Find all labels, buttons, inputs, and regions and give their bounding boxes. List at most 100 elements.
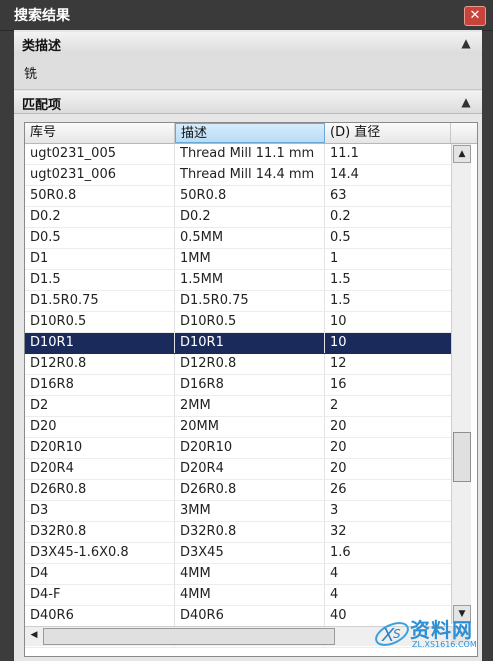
cell-library-id: D3 bbox=[25, 501, 175, 521]
table-row[interactable]: D20 20MM 20 bbox=[25, 417, 451, 438]
cell-library-id: D12R0.8 bbox=[25, 354, 175, 374]
table-row[interactable]: D20R4 D20R4 20 bbox=[25, 459, 451, 480]
table-row[interactable]: D32R0.8 D32R0.8 32 bbox=[25, 522, 451, 543]
cell-description: 3MM bbox=[175, 501, 325, 521]
table-row[interactable]: D1 1MM 1 bbox=[25, 249, 451, 270]
table-row[interactable]: D26R0.8 D26R0.8 26 bbox=[25, 480, 451, 501]
class-description-header[interactable]: 类描述 ▲ bbox=[14, 32, 482, 55]
table-row[interactable]: D1.5 1.5MM 1.5 bbox=[25, 270, 451, 291]
column-header-diameter[interactable]: (D) 直径 bbox=[325, 123, 451, 143]
table-row[interactable]: D0.2 D0.2 0.2 bbox=[25, 207, 451, 228]
cell-library-id: D20R4 bbox=[25, 459, 175, 479]
cell-description: 1MM bbox=[175, 249, 325, 269]
cell-description: D40R6 bbox=[175, 606, 325, 626]
cell-diameter: 20 bbox=[330, 419, 347, 434]
cell-description: D10R1 bbox=[175, 333, 325, 353]
cell-description: D0.2 bbox=[175, 207, 325, 227]
table-row[interactable]: D10R1 D10R1 10 bbox=[25, 333, 451, 354]
cell-library-id: D26R0.8 bbox=[25, 480, 175, 500]
vertical-scroll-thumb[interactable] bbox=[453, 432, 471, 482]
window-title: 搜索结果 bbox=[14, 8, 70, 24]
column-header-library-id[interactable]: 库号 bbox=[25, 123, 175, 143]
cell-description: 50R0.8 bbox=[175, 186, 325, 206]
cell-description: D20R10 bbox=[175, 438, 325, 458]
cell-diameter: 20 bbox=[330, 461, 347, 476]
cell-library-id: D0.2 bbox=[25, 207, 175, 227]
cell-description: 4MM bbox=[175, 585, 325, 605]
table-row[interactable]: D20R10 D20R10 20 bbox=[25, 438, 451, 459]
cell-description: D26R0.8 bbox=[175, 480, 325, 500]
cell-diameter: 4 bbox=[330, 566, 339, 581]
cell-diameter: 12 bbox=[330, 356, 347, 371]
cell-library-id: D20R10 bbox=[25, 438, 175, 458]
horizontal-scroll-thumb[interactable] bbox=[43, 628, 335, 645]
table-row[interactable]: ugt0231_005 Thread Mill 11.1 mm 11.1 bbox=[25, 144, 451, 165]
table-row[interactable]: D4-F 4MM 4 bbox=[25, 585, 451, 606]
cell-diameter: 10 bbox=[330, 314, 347, 329]
cell-library-id: D1 bbox=[25, 249, 175, 269]
table-row[interactable]: D3X45-1.6X0.8 D3X45 1.6 bbox=[25, 543, 451, 564]
close-button[interactable]: ✕ bbox=[464, 6, 486, 26]
site-watermark: X S 资料网 ZL.XS1616.COM bbox=[372, 612, 493, 656]
cell-description: D10R0.5 bbox=[175, 312, 325, 332]
cell-diameter: 3 bbox=[330, 503, 339, 518]
cell-description: D20R4 bbox=[175, 459, 325, 479]
cell-description: D16R8 bbox=[175, 375, 325, 395]
cell-diameter: 1.5 bbox=[330, 272, 351, 287]
chevron-up-icon[interactable]: ▲ bbox=[456, 34, 476, 52]
cell-diameter: 20 bbox=[330, 440, 347, 455]
cell-library-id: D4 bbox=[25, 564, 175, 584]
cell-library-id: D20 bbox=[25, 417, 175, 437]
vertical-scrollbar[interactable]: ▲ ▼ bbox=[451, 144, 471, 624]
svg-text:S: S bbox=[393, 627, 401, 641]
cell-diameter: 32 bbox=[330, 524, 347, 539]
scroll-left-icon[interactable]: ◀ bbox=[26, 628, 42, 643]
cell-library-id: D10R1 bbox=[25, 333, 175, 353]
chevron-up-icon[interactable]: ▲ bbox=[456, 93, 476, 111]
cell-library-id: D4-F bbox=[25, 585, 175, 605]
cell-library-id: D2 bbox=[25, 396, 175, 416]
table-row[interactable]: 50R0.8 50R0.8 63 bbox=[25, 186, 451, 207]
title-bar: 搜索结果 ✕ bbox=[0, 0, 493, 31]
cell-library-id: D3X45-1.6X0.8 bbox=[25, 543, 175, 563]
cell-description: 20MM bbox=[175, 417, 325, 437]
table-row[interactable]: D4 4MM 4 bbox=[25, 564, 451, 585]
cell-library-id: ugt0231_006 bbox=[25, 165, 175, 185]
matches-label: 匹配项 bbox=[22, 98, 62, 113]
cell-library-id: D1.5R0.75 bbox=[25, 291, 175, 311]
class-description-panel: 铣 bbox=[14, 54, 482, 90]
table-row[interactable]: D3 3MM 3 bbox=[25, 501, 451, 522]
cell-description: Thread Mill 11.1 mm bbox=[175, 144, 325, 164]
table-body: ugt0231_005 Thread Mill 11.1 mm 11.1 ugt023… bbox=[25, 144, 451, 648]
table-row[interactable]: D16R8 D16R8 16 bbox=[25, 375, 451, 396]
cell-library-id: D0.5 bbox=[25, 228, 175, 248]
scroll-up-icon[interactable]: ▲ bbox=[453, 145, 471, 163]
cell-diameter: 1.5 bbox=[330, 293, 351, 308]
cell-library-id: D40R6 bbox=[25, 606, 175, 626]
cell-library-id: D1.5 bbox=[25, 270, 175, 290]
cell-description: 2MM bbox=[175, 396, 325, 416]
cell-description: D12R0.8 bbox=[175, 354, 325, 374]
table-row[interactable]: D10R0.5 D10R0.5 10 bbox=[25, 312, 451, 333]
cell-library-id: D32R0.8 bbox=[25, 522, 175, 542]
cell-description: Thread Mill 14.4 mm bbox=[175, 165, 325, 185]
table-row[interactable]: ugt0231_006 Thread Mill 14.4 mm 14.4 bbox=[25, 165, 451, 186]
cell-diameter: 0.2 bbox=[330, 209, 351, 224]
cell-diameter: 2 bbox=[330, 398, 339, 413]
table-header: 库号 描述 (D) 直径 bbox=[25, 123, 477, 144]
cell-diameter: 16 bbox=[330, 377, 347, 392]
cell-description: D3X45 bbox=[175, 543, 325, 563]
cell-diameter: 4 bbox=[330, 587, 339, 602]
cell-description: 0.5MM bbox=[175, 228, 325, 248]
cell-diameter: 63 bbox=[330, 188, 347, 203]
dialog-body: 类描述 ▲ 铣 匹配项 ▲ 库号 描述 (D) 直径 ugt0231_005 Th… bbox=[14, 30, 482, 661]
table-row[interactable]: D0.5 0.5MM 0.5 bbox=[25, 228, 451, 249]
column-header-description[interactable]: 描述 bbox=[175, 123, 325, 143]
cell-diameter: 26 bbox=[330, 482, 347, 497]
matches-header[interactable]: 匹配项 ▲ bbox=[14, 91, 482, 114]
table-row[interactable]: D2 2MM 2 bbox=[25, 396, 451, 417]
table-row[interactable]: D12R0.8 D12R0.8 12 bbox=[25, 354, 451, 375]
table-row[interactable]: D1.5R0.75 D1.5R0.75 1.5 bbox=[25, 291, 451, 312]
cell-diameter: 14.4 bbox=[330, 167, 359, 182]
cell-library-id: D10R0.5 bbox=[25, 312, 175, 332]
